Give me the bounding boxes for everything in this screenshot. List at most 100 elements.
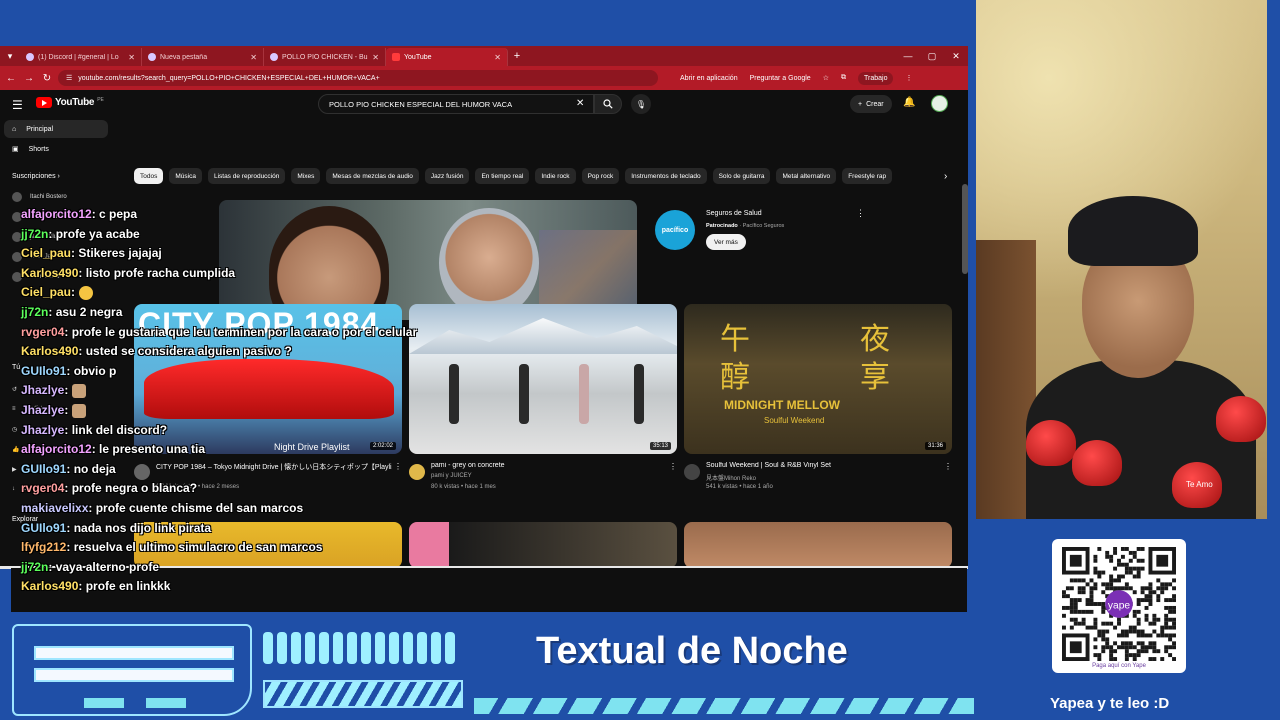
- sidebar-item-shorts[interactable]: ▣ Shorts: [4, 140, 108, 158]
- qr-module: [1089, 586, 1094, 591]
- filter-chip[interactable]: Listas de reproducción: [207, 168, 286, 184]
- qr-module: [1168, 617, 1173, 622]
- subscription-item[interactable]: Basil Jay: [12, 252, 54, 262]
- subscription-item[interactable]: javier zulueta: [12, 232, 65, 242]
- qr-module: [1089, 594, 1094, 599]
- sidebar: ⌂ Principal ▣ Shorts Suscripciones › Ita…: [0, 118, 120, 568]
- search-input[interactable]: POLLO PIO CHICKEN ESPECIAL DEL HUMOR VAC…: [318, 94, 594, 114]
- menu-dots-icon[interactable]: ⋮: [905, 74, 912, 82]
- maximize-icon[interactable]: ▢: [920, 51, 944, 62]
- subscription-item[interactable]: naku beats: [12, 272, 59, 282]
- extensions-icon[interactable]: ⧉: [841, 74, 846, 82]
- video-thumbnail[interactable]: CITY POP 1984 Night Drive Playlist 2:02:…: [134, 304, 402, 454]
- notifications-bell-icon[interactable]: 🔔: [903, 97, 915, 108]
- site-info-icon[interactable]: ☰: [66, 74, 72, 82]
- sidebar-item-watch-later[interactable]: ◷ Ver más tarde: [12, 426, 63, 434]
- filter-chip[interactable]: Mesas de mezclas de audio: [326, 168, 419, 184]
- more-options-icon[interactable]: ⋮: [944, 462, 952, 471]
- tab-google-search[interactable]: POLLO PIO CHICKEN - Buscar c ✕: [264, 48, 386, 66]
- window-close-icon[interactable]: ✕: [944, 51, 968, 62]
- tab-discord[interactable]: (1) Discord | #general | Lo ✕: [20, 48, 142, 66]
- video-title[interactable]: Soulful Weekend | Soul & R&B Vinyl Set: [706, 462, 942, 469]
- advertiser-logo[interactable]: pacífico: [655, 210, 695, 250]
- qr-module: [1128, 645, 1133, 650]
- channel-name: Lazza el italiano: [30, 214, 74, 220]
- reload-icon[interactable]: ↻: [40, 73, 54, 84]
- hamburger-menu-icon[interactable]: ☰: [12, 98, 23, 112]
- qr-module: [1069, 609, 1074, 614]
- filter-chip[interactable]: Todos: [134, 168, 164, 184]
- filter-chip[interactable]: En tiempo real: [475, 168, 530, 184]
- qr-module: [1156, 586, 1161, 591]
- bookmark-star-icon[interactable]: ☆: [823, 74, 829, 82]
- tab-search-icon[interactable]: ▾: [0, 46, 20, 66]
- search-button[interactable]: [594, 94, 622, 114]
- sidebar-explore-header[interactable]: Explorar: [12, 516, 38, 523]
- chevron-right-icon[interactable]: ›: [944, 171, 947, 182]
- sidebar-item-playlists[interactable]: ≡ Playlists: [12, 406, 46, 412]
- sidebar-item-downloads[interactable]: ↓ Descargas: [12, 486, 52, 492]
- subscription-item[interactable]: Lazza el italiano: [12, 212, 73, 222]
- video-title[interactable]: CITY POP 1984 – Tokyo Midnight Drive | 懐…: [156, 462, 392, 472]
- sidebar-item-history[interactable]: ↺ Historial: [12, 386, 47, 394]
- close-icon[interactable]: ✕: [250, 53, 257, 62]
- sidebar-item-liked[interactable]: 👍 Videos que me gus...: [12, 446, 84, 454]
- sidebar-you-header[interactable]: Tú: [12, 364, 20, 371]
- video-thumbnail[interactable]: 午 夜 醇 享 MIDNIGHT MELLOW Soulful Weekend …: [684, 304, 952, 454]
- close-icon[interactable]: ✕: [372, 53, 379, 62]
- more-options-icon[interactable]: ⋮: [856, 208, 865, 219]
- sidebar-subscriptions-header[interactable]: Suscripciones ›: [12, 173, 60, 180]
- filter-chip[interactable]: Pop rock: [581, 168, 620, 184]
- close-icon[interactable]: ✕: [494, 53, 501, 62]
- channel-avatar[interactable]: [134, 464, 150, 480]
- clear-search-icon[interactable]: ✕: [576, 98, 584, 109]
- filter-chip[interactable]: Indie rock: [535, 168, 576, 184]
- video-thumbnail[interactable]: [684, 522, 952, 568]
- forward-icon[interactable]: →: [22, 73, 36, 84]
- video-channel[interactable]: pami y JUICEY: [431, 473, 472, 479]
- youtube-logo[interactable]: YouTube PE: [36, 97, 104, 108]
- minimize-icon[interactable]: —: [896, 51, 920, 62]
- sidebar-item-principal[interactable]: ⌂ Principal: [4, 120, 108, 138]
- channel-avatar[interactable]: [684, 464, 700, 480]
- create-button[interactable]: + Crear: [850, 95, 892, 113]
- tab-youtube[interactable]: YouTube ✕: [386, 48, 508, 66]
- profile-button[interactable]: Trabajo: [857, 71, 894, 85]
- ad-thumbnail[interactable]: [219, 200, 637, 320]
- back-icon[interactable]: ←: [4, 73, 18, 84]
- filter-chip[interactable]: Mixes: [291, 168, 321, 184]
- channel-avatar[interactable]: [409, 464, 425, 480]
- new-tab-button[interactable]: +: [508, 50, 526, 62]
- filter-chip[interactable]: Instrumentos de teclado: [625, 168, 707, 184]
- voice-search-button[interactable]: 🎙: [631, 94, 651, 114]
- filter-chip[interactable]: Música: [169, 168, 202, 184]
- more-options-icon[interactable]: ⋮: [669, 462, 677, 471]
- filter-chip[interactable]: Jazz fusión: [424, 168, 470, 184]
- qr-module: [1132, 645, 1137, 650]
- filter-chip[interactable]: Metal alternativo: [776, 168, 837, 184]
- tab-new-tab[interactable]: Nueva pestaña ✕: [142, 48, 264, 66]
- show-title: Textual de Noche: [536, 630, 848, 672]
- video-title[interactable]: pami - grey on concrete: [431, 462, 667, 469]
- video-thumbnail[interactable]: [409, 522, 677, 568]
- more-options-icon[interactable]: ⋮: [394, 462, 402, 471]
- qr-module: [1089, 590, 1094, 595]
- ad-cta-button[interactable]: Ver más: [706, 234, 746, 250]
- close-icon[interactable]: ✕: [128, 53, 135, 62]
- filter-chip[interactable]: Freestyle rap: [842, 168, 893, 184]
- video-thumbnail[interactable]: [134, 522, 402, 568]
- ask-google-button[interactable]: Preguntar a Google: [750, 75, 811, 82]
- account-avatar[interactable]: [931, 95, 948, 112]
- sidebar-item-your-videos[interactable]: ▶ Tus videos: [12, 466, 53, 474]
- url-field[interactable]: ☰ youtube.com/results?search_query=POLLO…: [58, 70, 658, 86]
- filter-chip[interactable]: Solo de guitarra: [712, 168, 771, 184]
- ad-title[interactable]: Seguros de Salud: [706, 210, 762, 217]
- video-channel[interactable]: 見本盤Mihon Reko: [706, 473, 756, 482]
- open-in-app-button[interactable]: Abrir en aplicación: [680, 75, 738, 82]
- page-scrollbar[interactable]: [962, 184, 968, 274]
- region-code: PE: [97, 96, 104, 103]
- subscription-item[interactable]: Itachi Bostero: [12, 192, 67, 202]
- qr-module: [1109, 554, 1114, 559]
- channel-name: naku beats: [30, 274, 60, 280]
- video-thumbnail[interactable]: 35:13: [409, 304, 677, 454]
